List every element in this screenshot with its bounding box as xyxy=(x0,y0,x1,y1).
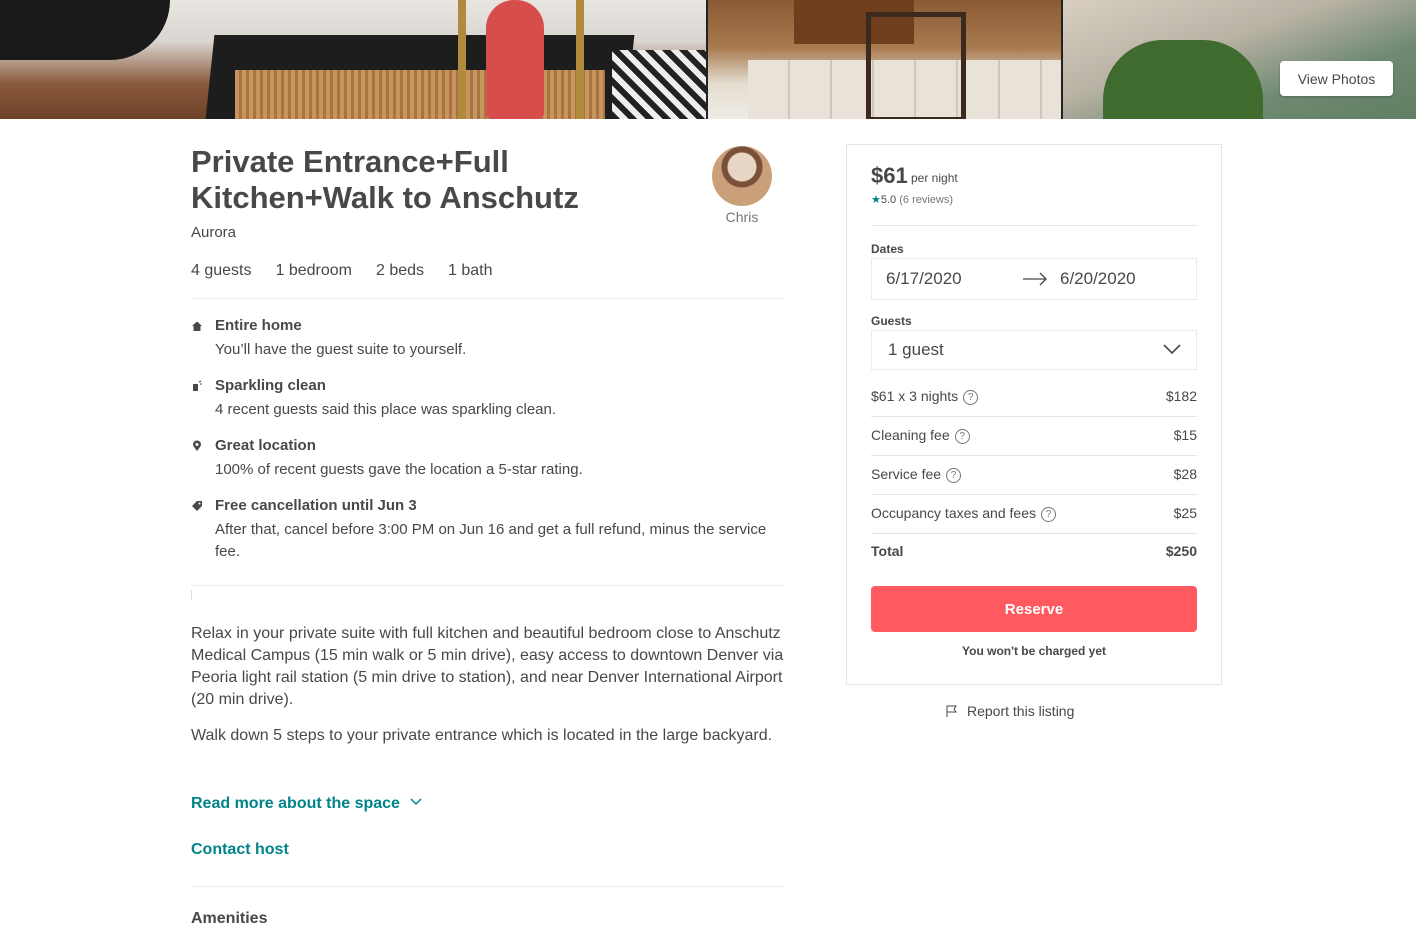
broom-icon xyxy=(191,380,205,394)
fee-row-taxes: Occupancy taxes and fees? $25 xyxy=(871,494,1197,532)
fee-label: Cleaning fee xyxy=(871,427,950,443)
fee-label: Occupancy taxes and fees xyxy=(871,505,1036,521)
fee-value: $15 xyxy=(1173,427,1197,443)
date-picker: 6/17/2020 6/20/2020 xyxy=(871,258,1197,300)
not-charged-note: You won't be charged yet xyxy=(962,644,1106,658)
per-night-label: per night xyxy=(911,171,958,185)
read-more-label: Read more about the space xyxy=(191,795,400,812)
host-name[interactable]: Chris xyxy=(712,209,772,225)
total-row: Total $250 xyxy=(871,532,1197,570)
report-listing-link[interactable]: Report this listing xyxy=(946,703,1075,719)
reserve-button[interactable]: Reserve xyxy=(871,586,1197,632)
highlight-title: Great location xyxy=(215,437,316,454)
listing-city[interactable]: Aurora xyxy=(191,224,236,241)
highlight-desc: 4 recent guests said this place was spar… xyxy=(215,401,557,418)
question-icon[interactable]: ? xyxy=(954,429,970,444)
fee-label: Service fee xyxy=(871,466,942,482)
highlight-title: Free cancellation until Jun 3 xyxy=(215,497,417,514)
guests-select[interactable]: 1 guest xyxy=(871,330,1197,370)
contact-host-link[interactable]: Contact host xyxy=(191,841,289,859)
divider-tick xyxy=(191,590,192,600)
question-icon[interactable]: ? xyxy=(946,468,962,483)
divider xyxy=(191,585,785,586)
divider xyxy=(191,886,785,887)
highlight-desc: 100% of recent guests gave the location … xyxy=(215,461,583,478)
listing-title: Private Entrance+Full Kitchen+Walk to An… xyxy=(191,144,579,215)
view-photos-button[interactable]: View Photos xyxy=(1280,61,1393,96)
highlight-title: Sparkling clean xyxy=(215,377,326,394)
nightly-price: $61 xyxy=(871,163,908,188)
photo-detail xyxy=(458,0,466,119)
fee-row-service: Service fee? $28 xyxy=(871,455,1197,493)
guests-label: Guests xyxy=(871,314,912,328)
listing-stats: 4 guests 1 bedroom 2 beds 1 bath xyxy=(191,262,517,280)
location-pin-icon xyxy=(191,440,205,454)
booking-card: $61 per night ★5.0 (6 reviews) Dates 6/1… xyxy=(846,144,1222,685)
listing-photo-bedroom[interactable] xyxy=(1063,0,1416,119)
bed-count: 2 beds xyxy=(375,262,425,279)
chevron-down-icon xyxy=(1163,344,1181,355)
listing-photo-main[interactable] xyxy=(0,0,706,119)
check-in-input[interactable]: 6/17/2020 xyxy=(886,269,962,289)
highlight-title: Entire home xyxy=(215,317,302,334)
total-value: $250 xyxy=(1165,543,1197,559)
rating-value: 5.0 xyxy=(880,194,897,206)
guests-count: 4 guests xyxy=(191,262,252,279)
fee-value: $28 xyxy=(1173,466,1197,482)
report-listing-label: Report this listing xyxy=(967,703,1075,719)
bedroom-count: 1 bedroom xyxy=(275,262,352,279)
photo-detail xyxy=(576,0,584,119)
total-label: Total xyxy=(871,543,904,559)
question-icon[interactable]: ? xyxy=(963,390,979,405)
star-icon: ★ xyxy=(871,194,881,206)
fee-value: $182 xyxy=(1165,388,1197,404)
rating[interactable]: ★5.0 (6 reviews) xyxy=(871,193,953,206)
description-paragraph: Walk down 5 steps to your private entran… xyxy=(191,727,773,744)
check-out-input[interactable]: 6/20/2020 xyxy=(1060,269,1136,289)
fee-value: $25 xyxy=(1173,505,1197,521)
fee-row-nights: $61 x 3 nights? $182 xyxy=(871,377,1197,415)
photo-gallery[interactable]: View Photos xyxy=(0,0,1416,119)
listing-photo-kitchen[interactable] xyxy=(708,0,1061,119)
dates-label: Dates xyxy=(871,242,904,256)
photo-detail xyxy=(486,0,544,119)
photo-detail xyxy=(0,0,170,60)
fee-label: $61 x 3 nights xyxy=(871,388,959,404)
fee-row-cleaning: Cleaning fee? $15 xyxy=(871,416,1197,454)
flag-icon xyxy=(946,705,957,717)
home-icon xyxy=(191,320,205,334)
highlight-desc: After that, cancel before 3:00 PM on Jun… xyxy=(215,521,767,560)
divider xyxy=(871,225,1197,226)
host-avatar[interactable] xyxy=(712,146,772,206)
photo-detail xyxy=(866,12,966,119)
guests-value: 1 guest xyxy=(888,340,944,359)
photo-detail xyxy=(1103,40,1263,119)
arrow-right-icon xyxy=(1023,272,1047,286)
highlight-desc: You’ll have the guest suite to yourself. xyxy=(215,341,467,358)
review-count[interactable]: (6 reviews) xyxy=(899,194,953,206)
read-more-link[interactable]: Read more about the space xyxy=(191,795,422,813)
amenities-heading: Amenities xyxy=(191,910,268,927)
divider xyxy=(191,298,785,299)
tag-icon xyxy=(191,500,205,514)
description-paragraph: Relax in your private suite with full ki… xyxy=(191,625,784,708)
photo-detail xyxy=(235,70,605,119)
bath-count: 1 bath xyxy=(448,262,493,279)
question-icon[interactable]: ? xyxy=(1041,507,1056,522)
photo-detail xyxy=(612,50,706,119)
chevron-down-icon xyxy=(410,798,422,806)
